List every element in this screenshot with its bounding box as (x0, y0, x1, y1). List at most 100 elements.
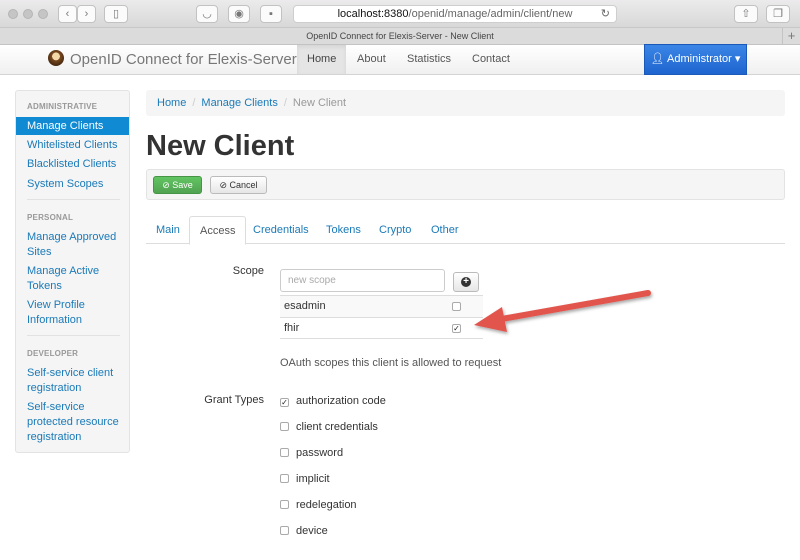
sidebar-toggle-button[interactable]: ▯ (104, 5, 128, 23)
sidebar-divider (27, 199, 120, 200)
scope-name: esadmin (284, 300, 326, 312)
sidebar-item-system-scopes[interactable]: System Scopes (27, 177, 127, 192)
grant-type-option[interactable]: client credentials (280, 420, 378, 434)
pocket-button[interactable]: ◡ (196, 5, 218, 23)
new-scope-input[interactable] (280, 269, 445, 292)
caret-down-icon: ▾ (734, 53, 741, 65)
tabs-overview-button[interactable]: ❐ (766, 5, 790, 23)
sidebar-item-blacklisted-clients[interactable]: Blacklisted Clients (27, 157, 127, 172)
tab-tokens[interactable]: Tokens (316, 216, 371, 244)
grant-type-option[interactable]: device (280, 524, 328, 538)
breadcrumb-separator: / (192, 97, 196, 109)
brand-logo-icon (48, 50, 64, 66)
scope-row: esadmin (280, 295, 483, 317)
breadcrumb-separator: / (283, 97, 287, 109)
scope-checkbox-fhir[interactable]: ✓ (452, 324, 461, 333)
sidebar-item-active-tokens[interactable]: Manage Active Tokens (27, 264, 127, 294)
zoom-window-button[interactable] (38, 9, 48, 19)
grant-checkbox-implicit[interactable] (280, 474, 289, 483)
share-button[interactable]: ⇧ (734, 5, 758, 23)
grant-checkbox-authorization-code[interactable]: ✓ (280, 398, 289, 407)
tab-crypto[interactable]: Crypto (369, 216, 421, 244)
scope-help-text: OAuth scopes this client is allowed to r… (280, 357, 502, 369)
grant-type-name: implicit (296, 473, 330, 485)
add-scope-button[interactable]: + (453, 272, 479, 292)
new-tab-icon[interactable]: + (782, 28, 800, 44)
save-button[interactable]: ⊘ Save (153, 176, 202, 194)
forward-button[interactable]: › (77, 5, 96, 23)
sidebar: ADMINISTRATIVE Manage Clients Whiteliste… (15, 90, 130, 453)
nav-statistics[interactable]: Statistics (397, 45, 461, 74)
extension-button[interactable]: ◉ (228, 5, 250, 23)
save-label: Save (172, 180, 193, 190)
grant-types-label: Grant Types (204, 394, 264, 406)
back-button[interactable]: ‹ (58, 5, 77, 23)
ban-icon: ⊘ (219, 180, 227, 190)
tab-other[interactable]: Other (421, 216, 469, 244)
sidebar-item-manage-clients[interactable]: Manage Clients (16, 117, 129, 135)
grant-type-name: password (296, 447, 344, 459)
share-icon: ⇧ (741, 8, 751, 20)
tab-credentials[interactable]: Credentials (243, 216, 319, 244)
scope-row: fhir ✓ (280, 317, 483, 339)
grant-type-name: device (296, 525, 328, 537)
url-host: localhost:8380 (337, 8, 409, 20)
sidebar-item-client-registration[interactable]: Self-service client registration (27, 366, 127, 396)
nav-contact[interactable]: Contact (462, 45, 520, 74)
breadcrumb-current: New Client (292, 97, 347, 109)
tab-access[interactable]: Access (189, 216, 247, 245)
breadcrumb: Home / Manage Clients / New Client (146, 90, 785, 116)
plus-icon: + (461, 277, 471, 288)
scope-checkbox-esadmin[interactable] (452, 302, 461, 311)
sidebar-icon: ▯ (112, 8, 120, 20)
brand-name: OpenID Connect for Elexis-Server (70, 51, 297, 68)
cancel-label: Cancel (229, 180, 258, 190)
sidebar-item-profile-information[interactable]: View Profile Information (27, 298, 127, 328)
brand[interactable]: OpenID Connect for Elexis-Server (48, 50, 297, 70)
tabs-icon: ❐ (773, 8, 783, 20)
grant-checkbox-password[interactable] (280, 448, 289, 457)
nav-about[interactable]: About (347, 45, 396, 74)
sidebar-divider (27, 335, 120, 336)
browser-titlebar: ‹ › ▯ ◡ ◉ ▪ localhost:8380/openid/manage… (0, 0, 800, 28)
sidebar-header-administrative: ADMINISTRATIVE (27, 102, 98, 111)
reload-icon[interactable]: ↻ (601, 6, 610, 22)
breadcrumb-home[interactable]: Home (157, 97, 186, 109)
breadcrumb-manage-clients[interactable]: Manage Clients (201, 97, 277, 109)
page-title: New Client (146, 130, 295, 162)
url-path: /openid/manage/admin/client/new (408, 8, 573, 20)
sidebar-item-whitelisted-clients[interactable]: Whitelisted Clients (27, 138, 127, 153)
pocket-icon: ◡ (202, 8, 212, 20)
user-icon: 👤︎ (650, 53, 665, 65)
grant-type-option[interactable]: password (280, 446, 343, 460)
close-window-button[interactable] (8, 9, 18, 19)
check-circle-icon: ⊘ (162, 180, 170, 190)
browser-tab-title[interactable]: OpenID Connect for Elexis-Server - New C… (306, 31, 494, 41)
grant-type-name: client credentials (296, 421, 378, 433)
grant-checkbox-device[interactable] (280, 526, 289, 535)
user-menu-button[interactable]: 👤︎ Administrator ▾ (644, 44, 747, 75)
grant-checkbox-client-credentials[interactable] (280, 422, 289, 431)
chevron-right-icon: › (84, 8, 89, 20)
grant-type-option[interactable]: implicit (280, 472, 330, 486)
sidebar-header-developer: DEVELOPER (27, 349, 79, 358)
address-bar[interactable]: localhost:8380/openid/manage/admin/clien… (293, 5, 617, 23)
tab-main[interactable]: Main (146, 216, 190, 244)
password-button[interactable]: ▪ (260, 5, 282, 23)
grant-type-option[interactable]: ✓ authorization code (280, 394, 386, 408)
nav-home[interactable]: Home (297, 45, 347, 74)
extension-icon: ◉ (234, 8, 244, 20)
sidebar-header-personal: PERSONAL (27, 213, 74, 222)
cancel-button[interactable]: ⊘ Cancel (210, 176, 267, 194)
user-menu-label: Administrator (667, 53, 732, 65)
form-tabs: Main Access Credentials Tokens Crypto Ot… (146, 216, 785, 245)
grant-type-name: authorization code (296, 395, 386, 407)
grant-type-name: redelegation (296, 499, 357, 511)
lock-icon: ▪ (269, 8, 273, 20)
minimize-window-button[interactable] (23, 9, 33, 19)
grant-type-option[interactable]: redelegation (280, 498, 357, 512)
grant-checkbox-redelegation[interactable] (280, 500, 289, 509)
sidebar-item-resource-registration[interactable]: Self-service protected resource registra… (27, 400, 127, 445)
chevron-left-icon: ‹ (65, 8, 70, 20)
sidebar-item-approved-sites[interactable]: Manage Approved Sites (27, 230, 127, 260)
